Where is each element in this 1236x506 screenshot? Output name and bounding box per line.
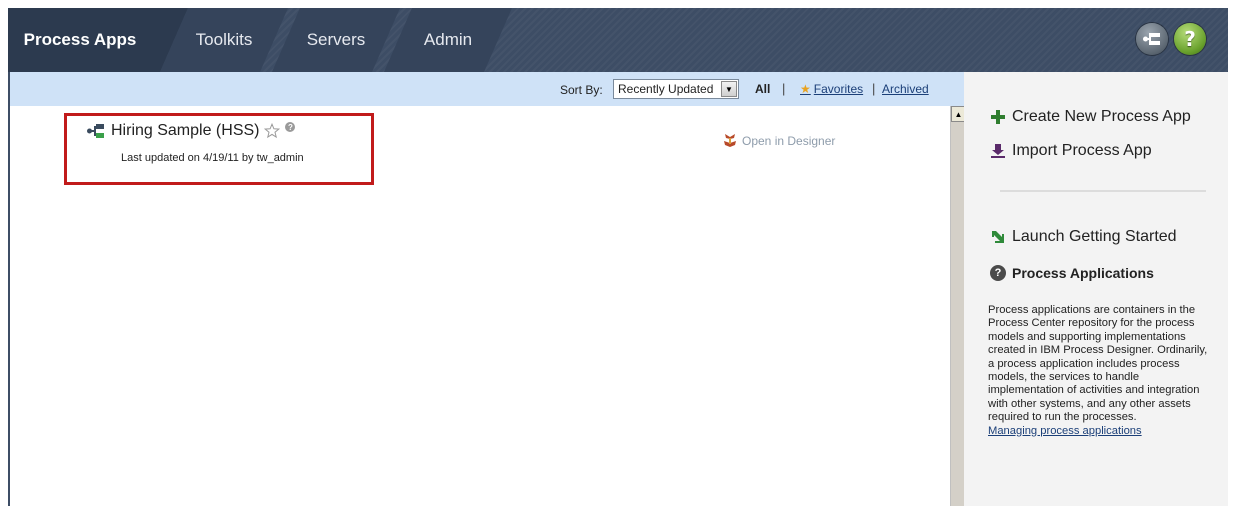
sort-by-label: Sort By:: [560, 83, 603, 97]
heading-label: Process Applications: [1012, 265, 1154, 281]
plus-icon: [991, 110, 1005, 124]
tab-label: Toolkits: [195, 30, 253, 49]
info-icon[interactable]: ?: [285, 122, 296, 132]
help-circle-icon: ?: [990, 265, 1006, 281]
process-app-glyph: [1143, 33, 1160, 45]
launch-arrow-icon: [992, 231, 1004, 243]
create-new-process-app-button[interactable]: Create New Process App: [990, 108, 1191, 126]
description-text: Process applications are containers in t…: [988, 304, 1208, 424]
filter-archived[interactable]: Archived: [882, 82, 929, 96]
launch-getting-started-label: Launch Getting Started: [1012, 228, 1177, 245]
tab-servers[interactable]: Servers: [272, 8, 400, 72]
tab-label: Process Apps: [23, 30, 137, 49]
open-in-designer-link[interactable]: Open in Designer: [722, 133, 835, 149]
sort-select[interactable]: Recently Updated ▼: [613, 79, 739, 99]
import-process-app-button[interactable]: Import Process App: [990, 142, 1152, 160]
top-nav-bar: Process Apps Toolkits Servers Admin ?: [8, 8, 1228, 72]
process-applications-description: Process applications are containers in t…: [988, 304, 1210, 438]
designer-icon: [724, 134, 736, 147]
import-icon: [991, 144, 1005, 158]
open-in-designer-label: Open in Designer: [742, 134, 836, 148]
import-process-app-label: Import Process App: [1012, 142, 1152, 159]
main-pane: Sort By: Recently Updated ▼ All | ★ Favo…: [8, 72, 966, 506]
process-app-icon: [87, 124, 104, 138]
filter-separator: |: [782, 81, 786, 96]
help-icon: ?: [1184, 27, 1196, 51]
process-applications-heading: ? Process Applications: [990, 265, 1154, 281]
sort-bar: Sort By: Recently Updated ▼ All | ★ Favo…: [10, 72, 964, 106]
star-icon: ★: [800, 82, 811, 96]
tab-toolkits[interactable]: Toolkits: [160, 8, 288, 72]
favorite-star-icon[interactable]: [264, 123, 281, 139]
dropdown-arrow-icon: ▼: [721, 81, 737, 97]
app-title-row: Hiring Sample (HSS) ?: [86, 122, 296, 140]
header-icons: ?: [1136, 23, 1206, 55]
right-sidebar: Create New Process App Import Process Ap…: [964, 72, 1228, 506]
help-button[interactable]: ?: [1174, 23, 1206, 55]
app-name[interactable]: Hiring Sample (HSS): [111, 122, 259, 140]
launch-getting-started-button[interactable]: Launch Getting Started: [990, 228, 1177, 246]
app-list-item[interactable]: Hiring Sample (HSS) ? Last updated on 4/…: [64, 113, 374, 185]
app-last-updated: Last updated on 4/19/11 by tw_admin: [121, 152, 304, 164]
filter-favorites-label: Favorites: [813, 82, 864, 96]
app-list: Hiring Sample (HSS) ? Last updated on 4/…: [10, 106, 950, 506]
managing-process-applications-link[interactable]: Managing process applications: [988, 425, 1210, 438]
sidebar-divider: [1000, 190, 1206, 192]
sort-select-value: Recently Updated: [618, 82, 714, 96]
tab-label: Admin: [423, 30, 473, 49]
process-app-icon[interactable]: [1136, 23, 1168, 55]
tab-label: Servers: [306, 30, 366, 49]
process-center-window: Process Apps Toolkits Servers Admin ? So…: [8, 8, 1228, 506]
tab-admin[interactable]: Admin: [384, 8, 512, 72]
create-new-process-app-label: Create New Process App: [1012, 108, 1191, 125]
filter-all[interactable]: All: [755, 82, 770, 96]
filter-favorites[interactable]: ★ Favorites: [800, 82, 863, 96]
filter-separator: |: [872, 81, 876, 96]
